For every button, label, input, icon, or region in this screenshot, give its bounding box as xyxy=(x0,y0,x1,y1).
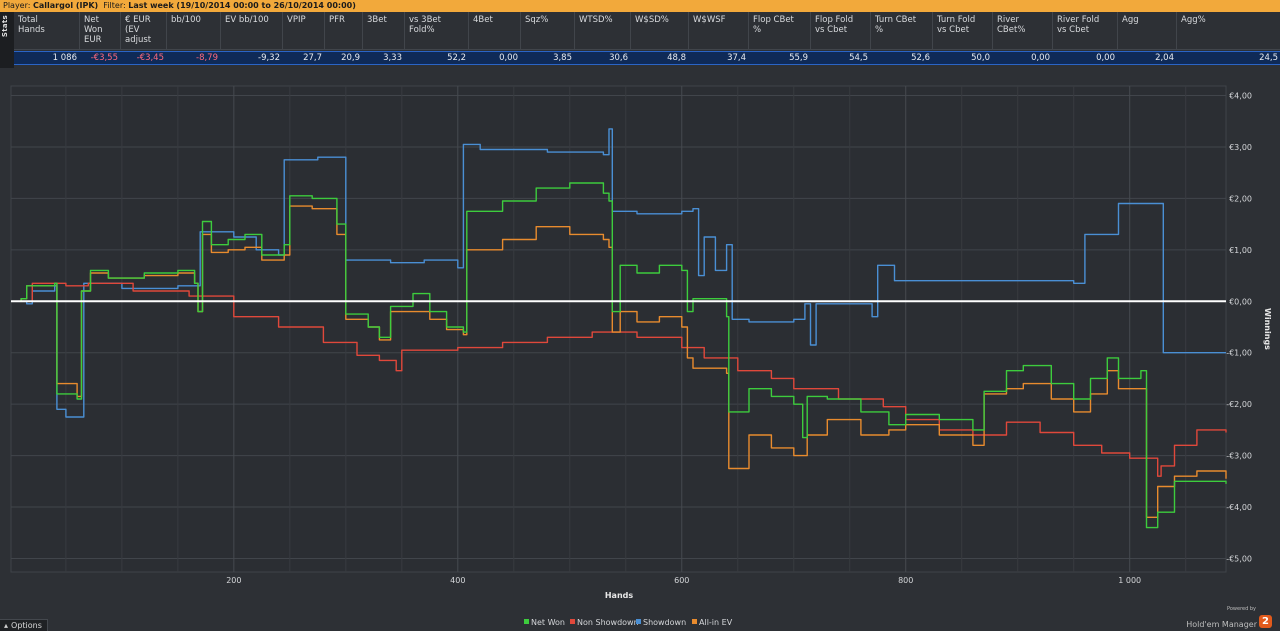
y-tick-label: -€4,00 xyxy=(1226,503,1252,512)
stats-value-cell: -8,79 xyxy=(196,53,218,63)
stats-header-cell[interactable]: vs 3Bet Fold% xyxy=(405,12,469,50)
legend-swatch xyxy=(692,619,697,624)
stats-value-cell: 0,00 xyxy=(1096,53,1115,63)
y-tick-label: €2,00 xyxy=(1229,194,1252,203)
stats-header-cell[interactable]: PFR xyxy=(325,12,363,50)
stats-value-cell: 55,9 xyxy=(789,53,808,63)
stats-panel-tab[interactable]: Stats xyxy=(0,12,14,68)
stats-value-cell: -9,32 xyxy=(258,53,280,63)
x-tick-label: 200 xyxy=(226,576,241,585)
stats-header-cell[interactable]: 4Bet xyxy=(469,12,521,50)
stats-header-cell[interactable]: WTSD% xyxy=(575,12,631,50)
y-tick-label: -€3,00 xyxy=(1226,452,1252,461)
y-tick-label: €3,00 xyxy=(1229,143,1252,152)
legend-swatch xyxy=(636,619,641,624)
y-axis-ticks: €4,00 €3,00 €2,00 €1,00 €0,00 -€1,00 -€2,00 -€3… xyxy=(1226,92,1252,564)
stats-header-cell[interactable]: Agg% xyxy=(1177,12,1280,50)
stats-header-row: Total Hands Net Won EUR € EUR (EV adjust bb… xyxy=(14,12,1280,50)
stats-header-cell[interactable]: W$SD% xyxy=(631,12,689,50)
filter-label: Filter: xyxy=(103,1,126,10)
stats-header-cell[interactable]: VPIP xyxy=(283,12,325,50)
brand-badge-icon: 2 xyxy=(1259,615,1272,628)
brand-logo: Powered by Hold'em Manager 2 xyxy=(1178,606,1272,629)
brand-name: Hold'em Manager xyxy=(1186,620,1257,629)
x-tick-label: 600 xyxy=(674,576,689,585)
stats-value-cell: 52,6 xyxy=(911,53,930,63)
y-tick-label: €4,00 xyxy=(1229,92,1252,101)
legend-label[interactable]: All-in EV xyxy=(699,618,733,627)
stats-value-cell: 30,6 xyxy=(609,53,628,63)
stats-value-cell: -€3,45 xyxy=(136,53,164,63)
x-axis-ticks: 200 400 600 800 1 000 xyxy=(226,576,1141,585)
x-tick-label: 800 xyxy=(898,576,913,585)
stats-value-cell: 54,5 xyxy=(849,53,868,63)
stats-value-row[interactable]: 1 086 -€3,55 -€3,45 -8,79 -9,32 27,7 20,9 3,33 5… xyxy=(14,51,1280,65)
stats-header-cell[interactable]: € EUR (EV adjust xyxy=(121,12,167,50)
x-tick-label: 400 xyxy=(450,576,465,585)
stats-value-cell: 52,2 xyxy=(447,53,466,63)
stats-header-cell[interactable]: Flop CBet % xyxy=(749,12,811,50)
stats-header-cell[interactable]: Turn Fold vs Cbet xyxy=(933,12,993,50)
legend-label[interactable]: Non Showdown xyxy=(577,618,639,627)
stats-header-cell[interactable]: Turn CBet % xyxy=(871,12,933,50)
stats-value-cell: 0,00 xyxy=(499,53,518,63)
legend-label[interactable]: Net Won xyxy=(531,618,565,627)
stats-header-cell[interactable]: 3Bet xyxy=(363,12,405,50)
y-tick-label: -€1,00 xyxy=(1226,349,1252,358)
options-label: Options xyxy=(11,621,42,630)
stats-value-cell: 20,9 xyxy=(341,53,360,63)
stats-header-cell[interactable]: Total Hands xyxy=(14,12,80,50)
x-axis-title: Hands xyxy=(605,591,634,600)
stats-value-cell: 3,33 xyxy=(383,53,402,63)
player-label: Player: xyxy=(3,1,31,10)
stats-header-cell[interactable]: W$WSF xyxy=(689,12,749,50)
stats-value-cell: 0,00 xyxy=(1031,53,1050,63)
x-tick-label: 1 000 xyxy=(1118,576,1141,585)
stats-value-cell: 2,04 xyxy=(1155,53,1174,63)
stats-header-cell[interactable]: bb/100 xyxy=(167,12,221,50)
y-axis-title: Winnings xyxy=(1263,308,1272,350)
options-button[interactable]: ▴ Options xyxy=(0,619,48,631)
stats-header-cell[interactable]: EV bb/100 xyxy=(221,12,283,50)
stats-value-cell: 27,7 xyxy=(303,53,322,63)
winnings-graph: €4,00 €3,00 €2,00 €1,00 €0,00 -€1,00 -€2,00 -€3… xyxy=(0,80,1280,631)
stats-header-cell[interactable]: Net Won EUR xyxy=(80,12,121,50)
legend-swatch xyxy=(570,619,575,624)
plot-area xyxy=(10,85,1227,573)
stats-value-cell: 48,8 xyxy=(667,53,686,63)
legend-label[interactable]: Showdown xyxy=(643,618,686,627)
legend: Net Won Non Showdown Showdown All-in EV xyxy=(524,618,733,627)
y-tick-label: €0,00 xyxy=(1229,297,1252,306)
stats-header-cell[interactable]: Agg xyxy=(1118,12,1177,50)
stats-tab-label: Stats xyxy=(1,15,9,38)
stats-header-cell[interactable]: Flop Fold vs Cbet xyxy=(811,12,871,50)
stats-value-cell: 37,4 xyxy=(727,53,746,63)
filter-value[interactable]: Last week (19/10/2014 00:00 to 26/10/201… xyxy=(128,1,356,10)
winnings-chart-svg: €4,00 €3,00 €2,00 €1,00 €0,00 -€1,00 -€2,00 -€3… xyxy=(10,85,1272,627)
stats-header-cell[interactable]: River Fold vs Cbet xyxy=(1053,12,1118,50)
stats-value-cell: 50,0 xyxy=(971,53,990,63)
legend-swatch xyxy=(524,619,529,624)
stats-header-cell[interactable]: Sqz% xyxy=(521,12,575,50)
powered-by-text: Powered by xyxy=(1227,606,1256,612)
stats-value-cell: 3,85 xyxy=(553,53,572,63)
stats-header-cell[interactable]: River CBet% xyxy=(993,12,1053,50)
player-name[interactable]: Callargol (IPK) xyxy=(33,1,98,10)
y-tick-label: -€2,00 xyxy=(1226,400,1252,409)
chevron-up-icon: ▴ xyxy=(4,621,9,630)
stats-table: Total Hands Net Won EUR € EUR (EV adjust bb… xyxy=(14,12,1280,74)
stats-value-cell: 24,5 xyxy=(1259,53,1278,63)
y-tick-label: €1,00 xyxy=(1229,246,1252,255)
stats-value-cell: 1 086 xyxy=(52,53,77,63)
filter-bar: Player: Callargol (IPK) Filter: Last wee… xyxy=(0,0,1280,12)
stats-value-cell: -€3,55 xyxy=(90,53,118,63)
y-tick-label: -€5,00 xyxy=(1226,555,1252,564)
